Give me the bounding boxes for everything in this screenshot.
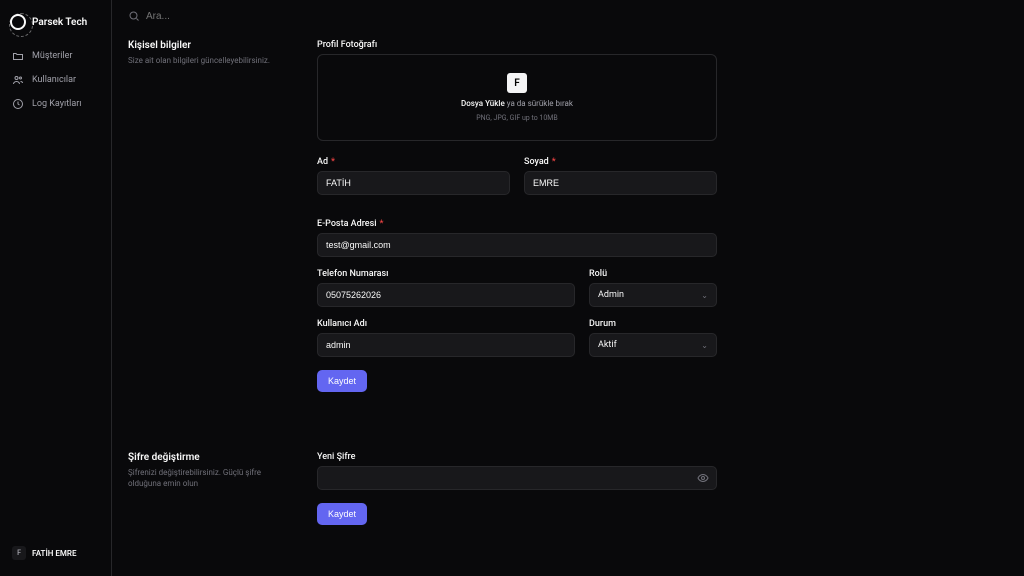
email-label: E-Posta Adresi* (317, 219, 717, 229)
upload-text: Dosya Yükle ya da sürükle bırak (461, 99, 573, 108)
role-select[interactable]: Admin ⌄ (589, 283, 717, 307)
avatar: F (12, 546, 26, 560)
status-label: Durum (589, 319, 717, 329)
status-select[interactable]: Aktif ⌄ (589, 333, 717, 357)
upload-hint: PNG, JPG, GIF up to 10MB (476, 114, 558, 122)
upload-avatar: F (507, 73, 527, 93)
section-title-password: Şifre değiştirme (128, 452, 293, 463)
firstname-input[interactable] (317, 171, 510, 195)
user-footer[interactable]: F FATİH EMRE (8, 542, 103, 564)
sidebar-item-label: Müşteriler (32, 51, 72, 61)
users-icon (12, 74, 24, 86)
lastname-label: Soyad* (524, 157, 717, 167)
section-desc-personal: Size ait olan bilgileri güncelleyebilirs… (128, 55, 293, 66)
section-title-personal: Kişisel bilgiler (128, 40, 293, 51)
newpass-input[interactable] (317, 466, 717, 490)
username-input[interactable] (317, 333, 575, 357)
brand-row: Parsek Tech (8, 12, 103, 44)
eye-icon[interactable] (697, 472, 709, 484)
chevron-down-icon: ⌄ (701, 291, 708, 300)
chevron-down-icon: ⌄ (701, 341, 708, 350)
search-input[interactable] (146, 11, 1008, 22)
sidebar-item-users[interactable]: Kullanıcılar (8, 68, 103, 92)
upload-label: Profil Fotoğrafı (317, 40, 717, 50)
sidebar-item-label: Log Kayıtları (32, 99, 82, 109)
firstname-label: Ad* (317, 157, 510, 167)
search-icon (128, 10, 140, 22)
brand-name: Parsek Tech (32, 17, 87, 28)
logo-icon (10, 14, 26, 30)
newpass-label: Yeni Şifre (317, 452, 717, 462)
sidebar-item-logs[interactable]: Log Kayıtları (8, 92, 103, 116)
phone-label: Telefon Numarası (317, 269, 575, 279)
user-name: FATİH EMRE (32, 549, 77, 558)
section-desc-password: Şifrenizi değiştirebilirsiniz. Güçlü şif… (128, 467, 293, 489)
folder-icon (12, 50, 24, 62)
search-bar (112, 0, 1024, 32)
phone-input[interactable] (317, 283, 575, 307)
lastname-input[interactable] (524, 171, 717, 195)
username-label: Kullanıcı Adı (317, 319, 575, 329)
role-label: Rolü (589, 269, 717, 279)
sidebar-item-customers[interactable]: Müşteriler (8, 44, 103, 68)
email-input[interactable] (317, 233, 717, 257)
save-password-button[interactable]: Kaydet (317, 503, 367, 525)
save-button[interactable]: Kaydet (317, 370, 367, 392)
sidebar-item-label: Kullanıcılar (32, 75, 76, 85)
upload-box[interactable]: F Dosya Yükle ya da sürükle bırak PNG, J… (317, 54, 717, 141)
clock-icon (12, 98, 24, 110)
